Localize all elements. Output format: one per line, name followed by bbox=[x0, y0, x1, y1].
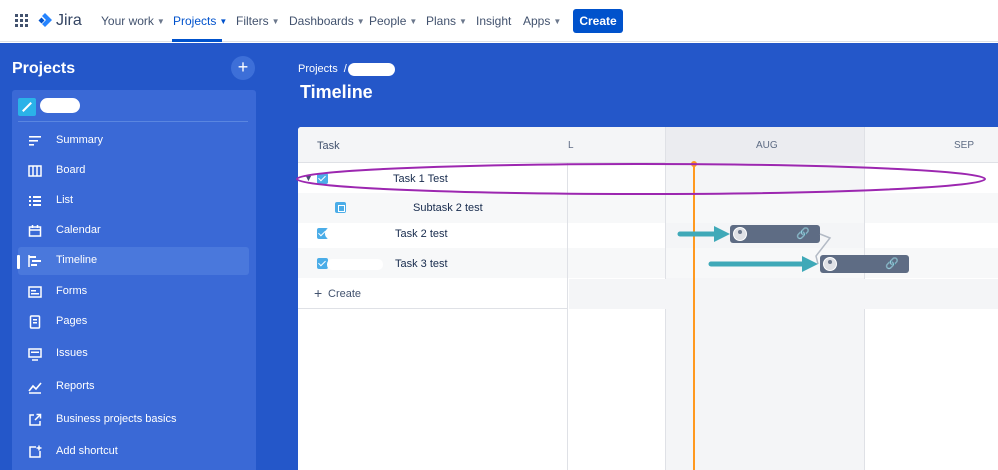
nav-people[interactable]: People ▼ bbox=[369, 14, 417, 28]
sidebar-divider bbox=[18, 121, 248, 122]
today-marker bbox=[693, 163, 695, 470]
sidebar-selected-indicator bbox=[17, 255, 20, 269]
jira-logo-text: Jira bbox=[56, 12, 82, 29]
timeline-bar-task-3[interactable]: 🔗 bbox=[820, 255, 909, 273]
redacted-breadcrumb-project bbox=[348, 63, 395, 76]
nav-apps[interactable]: Apps ▼ bbox=[523, 14, 561, 28]
month-label-aug-overlay: AUG bbox=[756, 140, 778, 151]
nav-insight[interactable]: Insight bbox=[476, 14, 511, 28]
assignee-avatar-icon bbox=[823, 257, 837, 271]
add-project-button[interactable]: + bbox=[231, 56, 255, 80]
chevron-down-icon: ▼ bbox=[459, 17, 467, 26]
sidebar-item-forms[interactable]: Forms bbox=[18, 278, 249, 306]
create-row-timeline-area bbox=[569, 279, 998, 309]
sidebar-item-list[interactable]: List bbox=[18, 187, 249, 215]
reports-icon bbox=[28, 382, 42, 394]
pages-icon bbox=[29, 315, 41, 329]
sidebar-item-business-projects-basics[interactable]: Business projects basics bbox=[18, 406, 249, 434]
breadcrumb: Projects / bbox=[298, 63, 347, 75]
create-button[interactable]: Create bbox=[573, 9, 623, 33]
chevron-down-icon: ▼ bbox=[271, 17, 280, 26]
chevron-down-icon: ▼ bbox=[356, 17, 365, 26]
summary-icon bbox=[29, 136, 41, 146]
redacted-project-name bbox=[40, 98, 80, 113]
month-label-jul: L bbox=[568, 140, 574, 151]
link-icon[interactable]: 🔗 bbox=[796, 227, 810, 240]
nav-projects[interactable]: Projects ▼ bbox=[173, 14, 227, 28]
nav-your-work[interactable]: Your work ▼ bbox=[101, 14, 165, 28]
link-icon[interactable]: 🔗 bbox=[885, 257, 899, 270]
assignee-avatar-icon bbox=[733, 227, 747, 241]
chevron-down-icon: ▼ bbox=[219, 17, 228, 26]
task-column-header: Task bbox=[317, 140, 340, 152]
create-issue-link[interactable]: Create bbox=[328, 288, 361, 300]
sidebar-item-pages[interactable]: Pages bbox=[18, 308, 249, 336]
jira-logo[interactable]: Jira bbox=[38, 11, 82, 31]
chevron-down-icon: ▼ bbox=[409, 17, 418, 26]
board-icon bbox=[28, 165, 42, 177]
nav-filters[interactable]: Filters ▼ bbox=[236, 14, 280, 28]
sidebar-title: Projects bbox=[12, 60, 76, 77]
jira-logo-icon bbox=[38, 13, 52, 27]
list-icon bbox=[29, 196, 41, 206]
nav-plans[interactable]: Plans ▼ bbox=[426, 14, 467, 28]
redacted-task-key bbox=[327, 259, 383, 270]
app-switcher-icon[interactable] bbox=[15, 14, 29, 28]
page-title: Timeline bbox=[300, 82, 373, 102]
chevron-down-icon: ▼ bbox=[156, 17, 165, 26]
timeline-panel: Task L AUG SEP AUG ▼ Task 1 Test Subtask… bbox=[298, 127, 998, 470]
issues-icon bbox=[28, 348, 42, 361]
month-label-sep: SEP bbox=[954, 140, 975, 151]
sidebar-item-reports[interactable]: Reports bbox=[18, 373, 249, 401]
breadcrumb-separator: / bbox=[343, 63, 347, 75]
top-navigation-bar: Jira Your work ▼ Projects ▼ Filters ▼ Dashb… bbox=[0, 0, 998, 42]
calendar-icon bbox=[28, 225, 42, 237]
timeline-header: Task L AUG SEP bbox=[298, 127, 998, 163]
sidebar-item-calendar[interactable]: Calendar bbox=[18, 217, 249, 245]
project-avatar-icon[interactable] bbox=[18, 98, 36, 116]
sidebar-item-timeline[interactable]: Timeline bbox=[18, 247, 249, 275]
forms-icon bbox=[28, 286, 42, 298]
timeline-bar-task-2[interactable]: 🔗 bbox=[730, 225, 820, 243]
sidebar-item-issues[interactable]: Issues bbox=[18, 340, 249, 368]
plus-icon: + bbox=[314, 285, 323, 301]
task-list-pane bbox=[298, 163, 568, 470]
active-nav-indicator bbox=[172, 39, 222, 42]
sidebar-item-summary[interactable]: Summary bbox=[18, 127, 249, 155]
chevron-down-icon: ▼ bbox=[553, 17, 562, 26]
today-marker-head bbox=[691, 161, 697, 167]
external-link-icon bbox=[29, 413, 42, 426]
timeline-icon bbox=[28, 255, 41, 267]
nav-dashboards[interactable]: Dashboards ▼ bbox=[289, 14, 365, 28]
breadcrumb-projects-link[interactable]: Projects bbox=[298, 63, 338, 75]
sidebar-item-add-shortcut[interactable]: Add shortcut bbox=[18, 438, 249, 466]
add-shortcut-icon bbox=[29, 445, 42, 458]
sidebar-item-board[interactable]: Board bbox=[18, 157, 249, 185]
redacted-task-key bbox=[325, 228, 383, 239]
create-issue-row[interactable]: + Create bbox=[298, 279, 568, 309]
